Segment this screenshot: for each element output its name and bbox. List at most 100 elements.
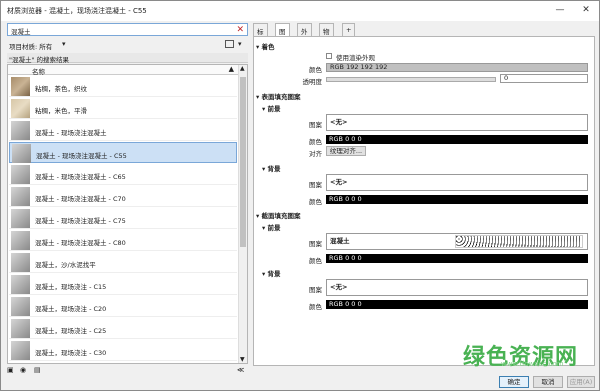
cut-bg-color[interactable]: RGB 0 0 0 — [326, 300, 588, 309]
surface-bg-pattern-label: 图案 — [309, 181, 322, 189]
material-swatch-icon — [12, 144, 31, 163]
cut-fg-pattern-label: 图案 — [309, 240, 322, 248]
surface-pattern-header[interactable]: ▾ 表面填充图案 — [256, 91, 301, 101]
material-swatch-icon — [11, 341, 30, 360]
material-list-item[interactable]: 粘稠，茶色，织纹 — [9, 76, 237, 97]
material-swatch-icon — [11, 363, 30, 364]
surface-bg-pattern[interactable]: <无> — [326, 174, 588, 191]
material-name: 混凝土 - 现场浇注混凝土 - C80 — [35, 239, 126, 247]
shading-color-swatch[interactable]: RGB 192 192 192 — [326, 63, 588, 72]
material-name: 混凝土 - 现场浇注混凝土 - C70 — [35, 195, 126, 203]
material-swatch-icon — [11, 275, 30, 294]
shading-section-header[interactable]: ▾ 着色 — [256, 41, 275, 51]
material-swatch-icon — [11, 187, 30, 206]
cut-fg-color-label: 颜色 — [309, 257, 322, 265]
surface-fg-align-label: 对齐 — [309, 150, 322, 158]
cut-fg-color[interactable]: RGB 0 0 0 — [326, 254, 588, 263]
material-list-item[interactable]: 混凝土，现场浇注 - C30 — [9, 340, 237, 361]
tab-identity[interactable]: 标识 — [253, 23, 268, 46]
add-asset-button[interactable]: + — [342, 23, 356, 36]
material-name: 混凝土，现场浇注 - C25 — [35, 327, 107, 335]
material-swatch-icon — [11, 121, 30, 140]
surface-foreground-header[interactable]: ▾ 前景 — [262, 103, 281, 113]
list-scrollbar[interactable]: ▲ ▼ — [238, 65, 247, 363]
transparency-label: 透明度 — [302, 78, 323, 86]
transparency-value[interactable]: 0 — [500, 74, 588, 83]
transparency-slider[interactable] — [326, 77, 496, 82]
material-swatch-icon — [11, 253, 30, 272]
material-name: 混凝土，现场浇注 - C15 — [35, 283, 107, 291]
material-name: 混凝土 - 现场浇注混凝土 - C55 — [36, 152, 127, 160]
cancel-button[interactable]: 取消 — [533, 376, 563, 388]
surface-bg-color[interactable]: RGB 0 0 0 — [326, 195, 588, 204]
material-list-item[interactable]: 混凝土 - 现场浇注混凝土 - C75 — [9, 208, 237, 229]
close-button[interactable]: ✕ — [575, 3, 597, 17]
material-name: 混凝土，现场浇注 - C20 — [35, 305, 107, 313]
cut-fg-pattern[interactable]: 混凝土 — [326, 233, 588, 250]
material-swatch-icon — [11, 77, 30, 96]
surface-fg-pattern-label: 图案 — [309, 121, 322, 129]
material-browser-window: 材质浏览器 - 混凝土，现场浇注混凝土 - C55 — ✕ 混凝土 ✕ 项目材质… — [0, 0, 600, 391]
cut-foreground-header[interactable]: ▾ 前景 — [262, 222, 281, 232]
surface-fg-color[interactable]: RGB 0 0 0 — [326, 135, 588, 144]
scroll-thumb[interactable] — [240, 77, 246, 247]
texture-align-button[interactable]: 纹理对齐... — [326, 146, 366, 156]
material-list-item[interactable]: 粘稠，米色，平滑 — [9, 98, 237, 119]
apply-button[interactable]: 应用(A) — [567, 376, 595, 388]
material-list-item[interactable]: 混凝土 - 现场浇注混凝土 - C55 — [9, 142, 237, 163]
ok-button[interactable]: 确定 — [499, 376, 529, 388]
material-swatch-icon — [11, 165, 30, 184]
filter-dropdown-icon[interactable]: ▾ — [62, 40, 66, 48]
cut-fg-pattern-name: 混凝土 — [330, 237, 350, 245]
material-swatch-icon — [11, 209, 30, 228]
material-swatch-icon — [11, 99, 30, 118]
watermark-url: www.downcc.com — [501, 360, 564, 368]
project-materials-filter[interactable]: 项目材质: 所有 — [9, 41, 52, 51]
material-name: 粘稠，米色，平滑 — [35, 107, 87, 115]
library-panel: 混凝土 ✕ 项目材质: 所有 ▾ ▾ "混凝土" 的搜索结果 名称 ▲ 粘稠，茶… — [7, 23, 248, 374]
surface-fg-pattern[interactable]: <无> — [326, 114, 588, 131]
scroll-up-icon[interactable]: ▲ — [240, 65, 245, 72]
material-list-item[interactable]: 混凝土，现场浇注 - C20 — [9, 296, 237, 317]
material-list-item[interactable]: 混凝土 - 现场浇注混凝土 — [9, 120, 237, 141]
material-list-item[interactable]: 混凝土 - 现场浇注混凝土 - C70 — [9, 186, 237, 207]
material-list-item[interactable]: 混凝土 - 现场浇注混凝土 - C65 — [9, 164, 237, 185]
list-column-header[interactable]: 名称 ▲ — [8, 65, 238, 76]
cut-bg-color-label: 颜色 — [309, 303, 322, 311]
surface-fg-color-label: 颜色 — [309, 138, 322, 146]
material-name: 粘稠，茶色，织纹 — [35, 85, 87, 93]
shading-color-label: 颜色 — [309, 66, 322, 74]
tab-graphics[interactable]: 图形 — [275, 23, 290, 46]
graphics-panel: ▾ 着色 使用渲染外观 颜色 RGB 192 192 192 透明度 0 ▾ 表… — [253, 36, 595, 366]
cut-background-header[interactable]: ▾ 背景 — [262, 268, 281, 278]
search-value: 混凝土 — [11, 28, 31, 36]
scroll-down-icon[interactable]: ▼ — [240, 356, 245, 363]
minimize-button[interactable]: — — [549, 3, 571, 17]
material-name: 混凝土，现场浇注 - C30 — [35, 349, 107, 357]
clear-search-icon[interactable]: ✕ — [236, 24, 244, 36]
tab-appearance[interactable]: 外观 — [297, 23, 312, 46]
cut-bg-pattern[interactable]: <无> — [326, 279, 588, 296]
material-list-item[interactable]: 混凝土，现场浇注 - C35 — [9, 362, 237, 364]
material-list-item[interactable]: 混凝土 - 现场浇注混凝土 - C80 — [9, 230, 237, 251]
tab-physical[interactable]: 物理 — [319, 23, 334, 46]
title-bar[interactable]: 材质浏览器 - 混凝土，现场浇注混凝土 - C55 — ✕ — [1, 1, 599, 21]
use-render-appearance-checkbox[interactable] — [326, 53, 332, 59]
surface-background-header[interactable]: ▾ 背景 — [262, 163, 281, 173]
view-toggle-icon[interactable] — [225, 40, 234, 48]
view-options-icon[interactable]: ▾ — [238, 40, 242, 48]
material-name: 混凝土 - 现场浇注混凝土 — [35, 129, 107, 137]
material-list-item[interactable]: 混凝土，现场浇注 - C25 — [9, 318, 237, 339]
dialog-button-bar: 确定 取消 应用(A) — [1, 373, 599, 391]
editor-panel: 标识 图形 外观 物理 + ▾ 着色 使用渲染外观 颜色 RGB 192 192… — [253, 23, 595, 368]
material-list-item[interactable]: 混凝土，现场浇注 - C15 — [9, 274, 237, 295]
cut-bg-pattern-label: 图案 — [309, 286, 322, 294]
material-list-item[interactable]: 混凝土，沙/水泥找平 — [9, 252, 237, 273]
search-results-header[interactable]: "混凝土" 的搜索结果 — [7, 53, 248, 64]
sort-arrow-icon[interactable]: ▲ — [229, 65, 234, 73]
cut-pattern-header[interactable]: ▾ 截面填充图案 — [256, 210, 301, 220]
search-results-label: "混凝土" 的搜索结果 — [9, 56, 70, 64]
search-input[interactable]: 混凝土 ✕ — [7, 23, 248, 36]
column-name-label: 名称 — [32, 68, 45, 76]
window-title: 材质浏览器 - 混凝土，现场浇注混凝土 - C55 — [7, 7, 147, 15]
